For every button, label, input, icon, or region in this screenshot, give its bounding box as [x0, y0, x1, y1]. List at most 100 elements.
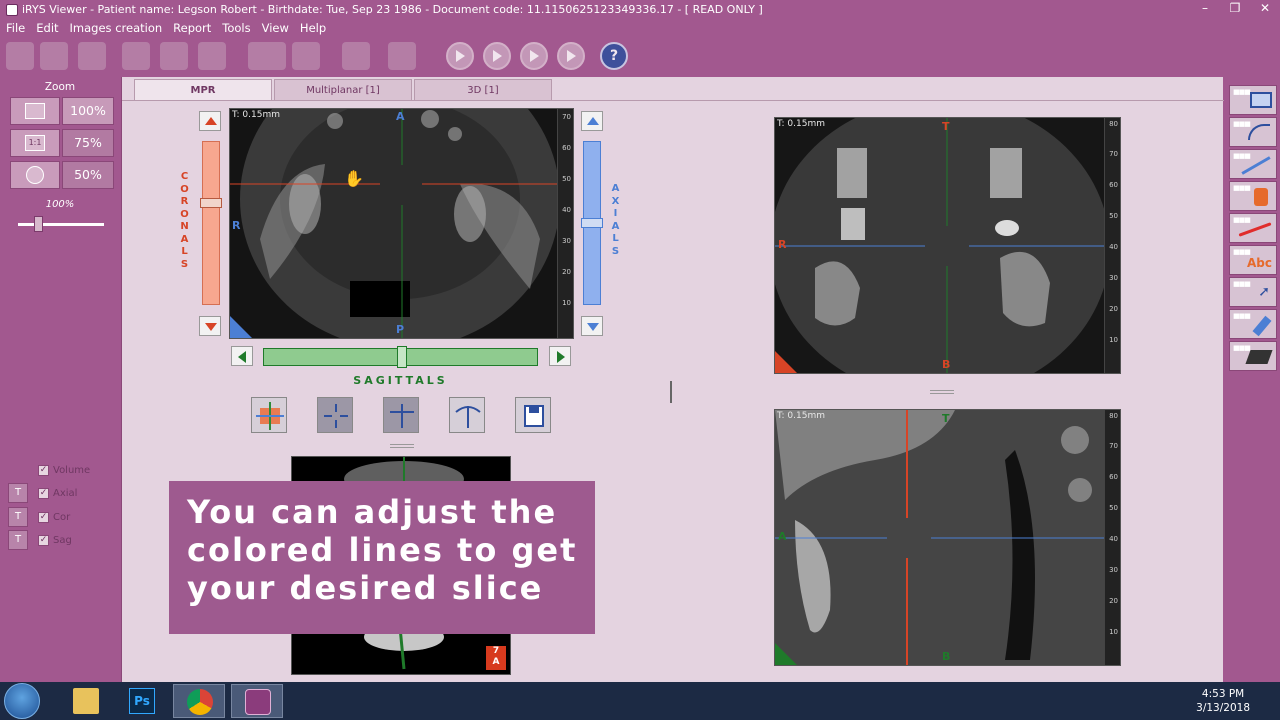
cor-t-button[interactable]: T [8, 507, 28, 527]
magnifier-icon[interactable] [292, 42, 320, 70]
center-crosshair-button[interactable] [317, 397, 353, 433]
taskbar-irys[interactable] [231, 684, 283, 718]
last-frame-icon[interactable] [557, 42, 585, 70]
sagittal-corner-marker [775, 643, 797, 665]
actual-size-icon: 1:1 [25, 135, 45, 151]
zoom-title: Zoom [44, 81, 76, 93]
volume-splitter-handle[interactable] [390, 444, 414, 448]
polyline-tool[interactable]: ■■■ ➚ [1229, 277, 1277, 307]
zoom-fit-button[interactable] [10, 97, 60, 125]
menu-edit[interactable]: Edit [36, 21, 58, 35]
axial-view[interactable]: T: 0.15mm A P R 70 60 50 40 30 20 10 ✋ [229, 108, 574, 339]
view-splitter-handle[interactable] [930, 390, 954, 394]
sagittals-slider[interactable] [263, 346, 538, 368]
zoom-slider-thumb[interactable] [34, 216, 43, 232]
maximize-icon[interactable]: ❐ [1220, 0, 1250, 19]
curve-crosshair-button[interactable] [449, 397, 485, 433]
clock[interactable]: 4:53 PM 3/13/2018 [1196, 687, 1250, 715]
windowing-tool[interactable]: ■■■ [1229, 85, 1277, 115]
sag-checkbox[interactable]: ✓ [38, 534, 49, 546]
print-icon[interactable] [160, 42, 188, 70]
sagittals-label: SAGITTALS [353, 374, 448, 387]
sagittal-image [775, 410, 1105, 665]
zoom-100-button[interactable]: 100% [62, 97, 114, 125]
sagittal-left-letter: A [778, 530, 787, 543]
sagittal-view[interactable]: T: 0.15mm T B A 80 70 60 50 40 30 20 10 [774, 409, 1121, 666]
coronals-slider[interactable] [200, 141, 222, 305]
visibility-sag-row: T ✓ Sag [8, 530, 72, 550]
tab-multiplanar[interactable]: Multiplanar [1] [274, 79, 412, 101]
help-icon[interactable]: ? [600, 42, 628, 70]
axials-slider[interactable] [581, 141, 603, 305]
orientation-cube-icon[interactable]: 7 A [486, 646, 506, 670]
reset-crosshair-button[interactable] [251, 397, 287, 433]
start-button[interactable] [4, 683, 40, 719]
zoom-75-button[interactable]: 75% [62, 129, 114, 157]
coronals-up-button[interactable] [199, 111, 221, 131]
export-icon[interactable] [122, 42, 150, 70]
cor-checkbox[interactable]: ✓ [38, 511, 49, 523]
film-tool[interactable]: ■■■ [1229, 341, 1277, 371]
taskbar-file-explorer[interactable] [60, 684, 112, 718]
coronals-slider-thumb[interactable] [200, 198, 222, 208]
curve-icon[interactable] [388, 42, 416, 70]
close-icon[interactable]: ✕ [1250, 0, 1280, 19]
menu-help[interactable]: Help [300, 21, 326, 35]
menu-images-creation[interactable]: Images creation [70, 21, 163, 35]
camera-icon[interactable] [40, 42, 68, 70]
coronal-corner-marker [775, 351, 797, 373]
first-frame-icon[interactable] [446, 42, 474, 70]
folder-icon[interactable] [78, 42, 106, 70]
previous-frame-icon[interactable] [483, 42, 511, 70]
sag-t-button[interactable]: T [8, 530, 28, 550]
nerve-tool[interactable]: ■■■ [1229, 213, 1277, 243]
axials-slider-thumb[interactable] [581, 218, 603, 228]
coronal-view[interactable]: T: 0.15mm T B R 80 70 60 50 40 30 20 10 [774, 117, 1121, 374]
text-tool[interactable]: ■■■ Abc [1229, 245, 1277, 275]
distance-tool[interactable]: ■■■ [1229, 149, 1277, 179]
axial-t-button[interactable]: T [8, 483, 28, 503]
tab-3d[interactable]: 3D [1] [414, 79, 552, 101]
axials-down-button[interactable] [581, 316, 603, 336]
window-icon [1250, 92, 1272, 108]
minimize-icon[interactable]: – [1190, 0, 1220, 19]
axial-bottom-letter: P [396, 323, 405, 336]
tab-mpr[interactable]: MPR [134, 79, 272, 101]
sagittals-right-button[interactable] [549, 346, 571, 366]
sagittal-ruler: 80 70 60 50 40 30 20 10 [1104, 410, 1120, 665]
taskbar-photoshop[interactable]: Ps [116, 684, 168, 718]
axial-left-letter: R [232, 219, 241, 232]
coronals-down-button[interactable] [199, 316, 221, 336]
zoom-50-button[interactable]: 50% [62, 161, 114, 189]
open-files-icon[interactable] [6, 42, 34, 70]
volume-checkbox[interactable]: ✓ [38, 464, 49, 476]
folder-icon [73, 688, 99, 714]
zoom-settings-button[interactable] [10, 161, 60, 189]
coronals-label: CORONALS [180, 171, 190, 270]
column-splitter-handle[interactable] [670, 381, 672, 403]
paint-tool[interactable]: ■■■ [1229, 181, 1277, 211]
menu-report[interactable]: Report [173, 21, 211, 35]
angle-tool[interactable]: ■■■ [1229, 117, 1277, 147]
save-view-button[interactable] [515, 397, 551, 433]
right-tool-panel: ■■■ ■■■ ■■■ ■■■ ■■■ ■■■ Abc ■■■ ➚ ■■■ ■■■ [1224, 77, 1280, 682]
sagittals-left-button[interactable] [231, 346, 253, 366]
menu-file[interactable]: File [6, 21, 25, 35]
zoom-1to1-button[interactable]: 1:1 [10, 129, 60, 157]
caption-line-3: your desired slice [187, 569, 544, 607]
axial-checkbox[interactable]: ✓ [38, 487, 49, 499]
brightness-icon[interactable] [198, 42, 226, 70]
sagittal-top-letter: T [942, 412, 950, 425]
layout-dropdown-icon[interactable] [248, 42, 286, 70]
axials-up-button[interactable] [581, 111, 603, 131]
zoom-slider[interactable] [18, 216, 104, 232]
caption-line-2: colored lines to get [187, 531, 578, 569]
pin-icon[interactable] [342, 42, 370, 70]
menu-tools[interactable]: Tools [222, 21, 250, 35]
lock-crosshair-button[interactable] [383, 397, 419, 433]
implant-tool[interactable]: ■■■ [1229, 309, 1277, 339]
menu-view[interactable]: View [262, 21, 289, 35]
play-icon[interactable] [520, 42, 548, 70]
sagittals-slider-thumb[interactable] [397, 346, 407, 368]
taskbar-chrome[interactable] [173, 684, 225, 718]
